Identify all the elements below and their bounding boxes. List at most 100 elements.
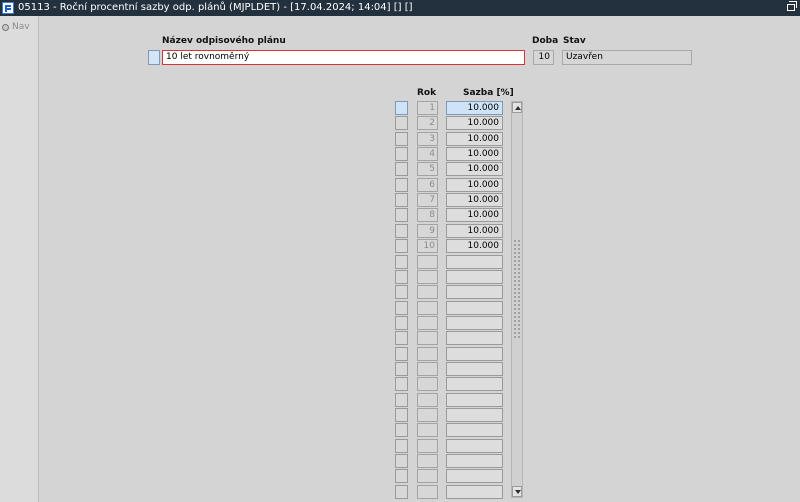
sazba-cell[interactable] — [446, 347, 503, 361]
rok-cell[interactable]: 4 — [417, 147, 438, 161]
row-selector[interactable] — [395, 347, 408, 361]
rok-cell[interactable] — [417, 255, 438, 269]
sazba-cell[interactable] — [446, 316, 503, 330]
rok-cell[interactable] — [417, 270, 438, 284]
row-selector[interactable] — [395, 270, 408, 284]
table-row: 7 10.000 — [0, 193, 800, 208]
sazba-cell[interactable] — [446, 362, 503, 376]
row-selector[interactable] — [395, 377, 408, 391]
sazba-cell[interactable] — [446, 485, 503, 499]
sazba-cell[interactable]: 10.000 — [446, 224, 503, 238]
grid-scrollbar[interactable] — [511, 101, 523, 498]
rok-cell[interactable]: 2 — [417, 116, 438, 130]
table-row — [0, 331, 800, 346]
table-row — [0, 393, 800, 408]
row-selector[interactable] — [395, 132, 408, 146]
row-selector[interactable] — [395, 454, 408, 468]
row-selector[interactable] — [395, 331, 408, 345]
sazba-cell[interactable] — [446, 301, 503, 315]
arrow-up-icon[interactable] — [512, 102, 522, 113]
row-selector[interactable] — [395, 423, 408, 437]
table-row — [0, 485, 800, 500]
row-selector[interactable] — [395, 285, 408, 299]
rok-cell[interactable]: 10 — [417, 239, 438, 253]
sazba-cell[interactable] — [446, 454, 503, 468]
rok-cell[interactable] — [417, 285, 438, 299]
table-row: 3 10.000 — [0, 132, 800, 147]
rok-cell[interactable]: 5 — [417, 162, 438, 176]
sazba-cell[interactable]: 10.000 — [446, 132, 503, 146]
table-row — [0, 301, 800, 316]
row-selector[interactable] — [395, 239, 408, 253]
row-selector[interactable] — [395, 224, 408, 238]
row-selector[interactable] — [395, 116, 408, 130]
rok-cell[interactable] — [417, 439, 438, 453]
rok-cell[interactable] — [417, 454, 438, 468]
record-selector[interactable] — [148, 50, 160, 65]
row-selector[interactable] — [395, 439, 408, 453]
sazba-cell[interactable]: 10.000 — [446, 147, 503, 161]
rok-cell[interactable]: 1 — [417, 101, 438, 115]
stav-field[interactable]: Uzavřen — [562, 50, 692, 65]
sazba-cell[interactable] — [446, 469, 503, 483]
rok-cell[interactable]: 3 — [417, 132, 438, 146]
row-selector[interactable] — [395, 408, 408, 422]
rok-cell[interactable]: 9 — [417, 224, 438, 238]
sazba-cell[interactable] — [446, 408, 503, 422]
nav-radio-icon[interactable] — [2, 24, 9, 31]
rok-cell[interactable] — [417, 408, 438, 422]
nazev-input[interactable]: 10 let rovnoměrný — [162, 50, 525, 65]
sazba-cell[interactable]: 10.000 — [446, 116, 503, 130]
row-selector[interactable] — [395, 147, 408, 161]
sazba-cell[interactable]: 10.000 — [446, 239, 503, 253]
sazba-cell[interactable]: 10.000 — [446, 178, 503, 192]
sazba-cell[interactable] — [446, 255, 503, 269]
sazba-cell[interactable] — [446, 423, 503, 437]
arrow-down-icon[interactable] — [512, 486, 522, 497]
sazba-cell[interactable] — [446, 393, 503, 407]
row-selector[interactable] — [395, 101, 408, 115]
rok-cell[interactable]: 7 — [417, 193, 438, 207]
table-row: 10 10.000 — [0, 239, 800, 254]
rok-cell[interactable] — [417, 316, 438, 330]
doba-field[interactable]: 10 — [533, 50, 554, 65]
table-row: 1 10.000 — [0, 101, 800, 116]
nav-label[interactable]: Nav — [12, 22, 30, 32]
row-selector[interactable] — [395, 178, 408, 192]
rok-cell[interactable] — [417, 331, 438, 345]
rok-cell[interactable] — [417, 377, 438, 391]
sazba-cell[interactable]: 10.000 — [446, 101, 503, 115]
app-logo-icon — [2, 2, 14, 14]
rok-cell[interactable] — [417, 423, 438, 437]
row-selector[interactable] — [395, 316, 408, 330]
rok-cell[interactable]: 8 — [417, 208, 438, 222]
row-selector[interactable] — [395, 193, 408, 207]
row-selector[interactable] — [395, 393, 408, 407]
rok-cell[interactable] — [417, 469, 438, 483]
table-row — [0, 454, 800, 469]
table-row: 5 10.000 — [0, 162, 800, 177]
sazba-cell[interactable] — [446, 270, 503, 284]
row-selector[interactable] — [395, 162, 408, 176]
sazba-cell[interactable]: 10.000 — [446, 162, 503, 176]
row-selector[interactable] — [395, 469, 408, 483]
rok-cell[interactable] — [417, 347, 438, 361]
row-selector[interactable] — [395, 485, 408, 499]
row-selector[interactable] — [395, 208, 408, 222]
row-selector[interactable] — [395, 362, 408, 376]
row-selector[interactable] — [395, 301, 408, 315]
sazba-cell[interactable] — [446, 285, 503, 299]
rok-cell[interactable] — [417, 485, 438, 499]
sazba-cell[interactable]: 10.000 — [446, 193, 503, 207]
sazba-cell[interactable]: 10.000 — [446, 208, 503, 222]
rok-cell[interactable]: 6 — [417, 178, 438, 192]
window-restore-icon[interactable] — [787, 1, 797, 11]
sazba-cell[interactable] — [446, 377, 503, 391]
scrollbar-thumb[interactable] — [513, 239, 521, 339]
sazba-cell[interactable] — [446, 439, 503, 453]
rok-cell[interactable] — [417, 393, 438, 407]
row-selector[interactable] — [395, 255, 408, 269]
rok-cell[interactable] — [417, 301, 438, 315]
sazba-cell[interactable] — [446, 331, 503, 345]
rok-cell[interactable] — [417, 362, 438, 376]
